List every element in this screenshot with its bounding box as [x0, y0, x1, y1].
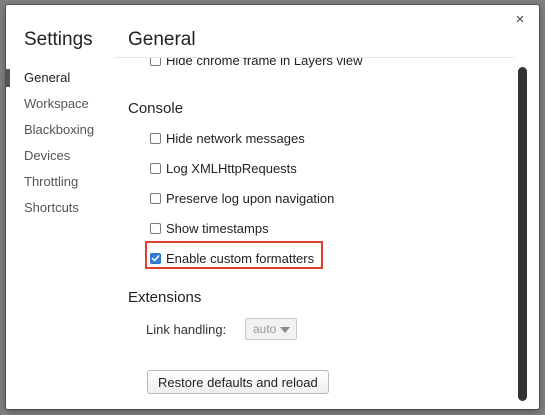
- checkbox-label: Log XMLHttpRequests: [166, 160, 297, 176]
- checkmark-icon: [151, 254, 160, 261]
- checkbox-label: Enable custom formatters: [166, 250, 315, 266]
- page-title: General: [128, 29, 196, 50]
- checkbox-label: Hide network messages: [166, 130, 305, 146]
- checkbox[interactable]: [150, 132, 161, 144]
- chevron-down-icon: [280, 327, 290, 333]
- link-handling-select[interactable]: auto: [245, 318, 297, 340]
- sidebar-item-blackboxing[interactable]: Blackboxing: [6, 117, 114, 143]
- settings-sidebar: Settings General Workspace Blackboxing D…: [6, 5, 114, 409]
- close-icon[interactable]: ×: [513, 12, 527, 27]
- sidebar-item-throttling[interactable]: Throttling: [6, 169, 114, 195]
- checkbox-label: Hide chrome frame in Layers view: [166, 57, 363, 68]
- checkbox-row-log-xmlhttprequests[interactable]: Log XMLHttpRequests: [150, 158, 297, 178]
- link-handling-label: Link handling:: [146, 322, 227, 337]
- checkbox[interactable]: [150, 162, 161, 174]
- settings-dialog: × Settings General Workspace Blackboxing…: [6, 5, 539, 409]
- checkbox-row-hide-network-messages[interactable]: Hide network messages: [150, 128, 305, 148]
- checkbox-row-show-timestamps[interactable]: Show timestamps: [150, 218, 269, 238]
- restore-defaults-button[interactable]: Restore defaults and reload: [147, 370, 329, 394]
- checkbox-row-hide-chrome-frame[interactable]: Hide chrome frame in Layers view: [150, 57, 363, 70]
- sidebar-item-shortcuts[interactable]: Shortcuts: [6, 195, 114, 221]
- checkbox[interactable]: [150, 192, 161, 204]
- settings-content: Hide chrome frame in Layers view Console…: [114, 57, 515, 409]
- sidebar-item-workspace[interactable]: Workspace: [6, 91, 114, 117]
- checkbox-row-enable-custom-formatters[interactable]: Enable custom formatters: [150, 248, 314, 268]
- checkbox-checked[interactable]: [150, 252, 161, 264]
- sidebar-title: Settings: [24, 29, 93, 50]
- checkbox-row-preserve-log[interactable]: Preserve log upon navigation: [150, 188, 334, 208]
- checkbox[interactable]: [150, 222, 161, 234]
- checkbox[interactable]: [150, 58, 161, 66]
- sidebar-item-devices[interactable]: Devices: [6, 143, 114, 169]
- checkbox-label: Show timestamps: [166, 220, 269, 236]
- sidebar-item-general[interactable]: General: [6, 65, 114, 91]
- checkbox-label: Preserve log upon navigation: [166, 190, 335, 206]
- sidebar-nav: General Workspace Blackboxing Devices Th…: [6, 65, 114, 221]
- section-title-console: Console: [128, 100, 184, 117]
- section-title-extensions: Extensions: [128, 289, 202, 306]
- select-value: auto: [253, 322, 277, 336]
- scrollbar[interactable]: [518, 67, 527, 401]
